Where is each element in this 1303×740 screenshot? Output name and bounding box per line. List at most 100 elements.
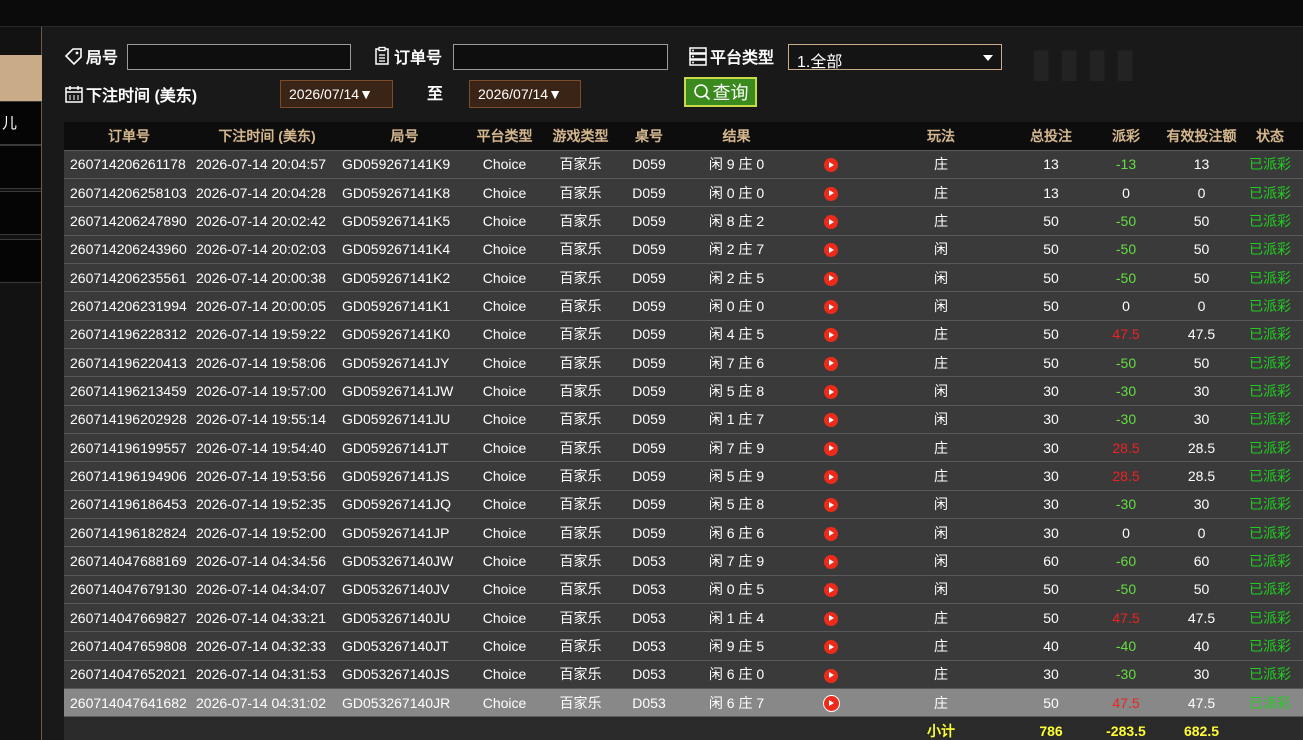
game-no-cell: GD059267141JQ [340, 489, 469, 519]
table-row[interactable]: 260714196194906 2026-07-14 19:53:56 GD0592… [64, 461, 1303, 491]
result-cell: 闲 8 庄 2 [677, 206, 796, 236]
platform-cell: Choice [469, 206, 540, 236]
game-no-cell: GD059267141K5 [340, 206, 469, 236]
sidebar-item-2[interactable] [0, 145, 41, 189]
play-icon[interactable] [824, 158, 838, 173]
sidebar-item-4[interactable] [0, 239, 41, 283]
date-from-picker[interactable]: 2026/07/14▼ [280, 80, 393, 108]
payout-cell: -13 [1086, 149, 1166, 179]
bet-time-cell: 2026-07-14 19:58:06 [194, 347, 340, 377]
game-no-cell: GD059267141JS [340, 461, 469, 491]
table-row[interactable]: 260714047679130 2026-07-14 04:34:07 GD0532… [64, 574, 1303, 604]
table-row[interactable]: 260714196220413 2026-07-14 19:58:06 GD0592… [64, 347, 1303, 377]
play-icon[interactable] [824, 640, 838, 655]
play-icon[interactable] [824, 668, 838, 683]
table-row[interactable]: 260714047669827 2026-07-14 04:33:21 GD0532… [64, 602, 1303, 632]
table-row[interactable]: 260714196186453 2026-07-14 19:52:35 GD0592… [64, 489, 1303, 519]
order-no-label: 订单号 [394, 50, 443, 67]
table-row[interactable]: 260714206243960 2026-07-14 20:02:03 GD0592… [64, 234, 1303, 264]
play-icon[interactable] [824, 215, 838, 229]
bet-time-cell: 2026-07-14 20:04:28 [194, 177, 340, 207]
status-cell: 已派彩 [1237, 206, 1303, 236]
game-type-cell: 百家乐 [540, 574, 621, 604]
bet-records-table: 订单号 下注时间 (美东) 局号 平台类型 游戏类型 桌号 结果 玩法 总投注 派彩 有效投注额 状态… [64, 122, 1303, 740]
subtotal-total-bet: 786 [1016, 716, 1086, 740]
search-icon [693, 84, 710, 101]
table-row[interactable]: 260714196182824 2026-07-14 19:52:00 GD0592… [64, 517, 1303, 547]
table-row[interactable]: 260714196213459 2026-07-14 19:57:00 GD0592… [64, 376, 1303, 406]
game-no-input[interactable] [127, 44, 351, 70]
empty-cell [340, 716, 469, 740]
play-icon[interactable] [824, 555, 838, 570]
play-icon[interactable] [823, 696, 839, 712]
table-row[interactable]: 260714206258103 2026-07-14 20:04:28 GD0592… [64, 177, 1303, 207]
table-row[interactable]: 260714196199557 2026-07-14 19:54:40 GD0592… [64, 432, 1303, 462]
table-row[interactable]: 260714206247890 2026-07-14 20:02:42 GD0592… [64, 206, 1303, 236]
bet-type-cell: 闲 [866, 291, 1016, 321]
game-type-cell: 百家乐 [540, 546, 621, 576]
table-row[interactable]: 260714047659808 2026-07-14 04:32:33 GD0532… [64, 631, 1303, 661]
to-label: 至 [427, 86, 444, 103]
platform-cell: Choice [469, 688, 540, 717]
game-type-cell: 百家乐 [540, 517, 621, 547]
bet-time-cell: 2026-07-14 20:00:05 [194, 291, 340, 321]
table-no-cell: D053 [621, 659, 677, 689]
play-icon[interactable] [824, 243, 838, 258]
query-button[interactable]: 查询 [684, 77, 757, 107]
calendar-icon [65, 86, 83, 103]
order-no-cell: 260714196199557 [64, 432, 194, 462]
table-row[interactable]: 260714196228312 2026-07-14 19:59:22 GD0592… [64, 319, 1303, 349]
platform-select[interactable]: 1.全部 [788, 44, 1002, 71]
game-no-filter-label: 局号 [64, 44, 118, 68]
play-icon[interactable] [824, 271, 838, 286]
play-icon[interactable] [824, 328, 838, 343]
game-no-cell: GD059267141JY [340, 347, 469, 377]
valid-bet-cell: 30 [1166, 659, 1237, 689]
table-no-cell: D059 [621, 149, 677, 179]
bet-time-cell: 2026-07-14 19:55:14 [194, 404, 340, 434]
total-bet-cell: 30 [1016, 489, 1086, 519]
play-icon[interactable] [824, 498, 838, 513]
status-cell: 已派彩 [1237, 262, 1303, 292]
play-icon[interactable] [824, 186, 838, 201]
order-no-cell: 260714047641682 [64, 688, 194, 717]
platform-cell: Choice [469, 489, 540, 519]
total-bet-cell: 30 [1016, 432, 1086, 462]
result-cell: 闲 2 庄 7 [677, 234, 796, 264]
valid-bet-cell: 50 [1166, 347, 1237, 377]
play-icon[interactable] [824, 300, 838, 315]
sidebar-active-tab[interactable] [0, 55, 42, 101]
table-row[interactable]: 260714047688169 2026-07-14 04:34:56 GD0532… [64, 546, 1303, 576]
play-icon[interactable] [824, 413, 838, 428]
valid-bet-cell: 50 [1166, 574, 1237, 604]
order-no-cell: 260714196186453 [64, 489, 194, 519]
empty-cell [540, 716, 621, 740]
sidebar-item-3[interactable] [0, 191, 41, 235]
play-icon[interactable] [824, 470, 838, 485]
play-icon[interactable] [824, 583, 838, 598]
table-row[interactable]: 260714196202928 2026-07-14 19:55:14 GD0592… [64, 404, 1303, 434]
order-no-input[interactable] [453, 44, 668, 70]
table-row[interactable]: 260714047652021 2026-07-14 04:31:53 GD0532… [64, 659, 1303, 689]
table-row[interactable]: 260714206231994 2026-07-14 20:00:05 GD0592… [64, 291, 1303, 321]
play-icon[interactable] [824, 385, 838, 400]
bet-type-cell: 闲 [866, 489, 1016, 519]
column-header: 玩法 [866, 122, 1016, 150]
replay-cell [796, 404, 866, 434]
play-icon[interactable] [824, 526, 838, 541]
valid-bet-cell: 0 [1166, 291, 1237, 321]
table-no-cell: D053 [621, 631, 677, 661]
sidebar-item-1[interactable]: 儿 [0, 101, 41, 145]
payout-cell: -30 [1086, 659, 1166, 689]
status-cell: 已派彩 [1237, 347, 1303, 377]
bet-type-cell: 闲 [866, 546, 1016, 576]
date-to-picker[interactable]: 2026/07/14▼ [469, 80, 581, 108]
table-row[interactable]: 260714047641682 2026-07-14 04:31:02 GD0532… [64, 688, 1303, 717]
platform-cell: Choice [469, 291, 540, 321]
table-row[interactable]: 260714206235561 2026-07-14 20:00:38 GD0592… [64, 262, 1303, 292]
play-icon[interactable] [824, 611, 838, 626]
game-no-cell: GD053267140JR [340, 688, 469, 717]
play-icon[interactable] [824, 356, 838, 371]
play-icon[interactable] [824, 441, 838, 456]
table-row[interactable]: 260714206261178 2026-07-14 20:04:57 GD0592… [64, 149, 1303, 179]
